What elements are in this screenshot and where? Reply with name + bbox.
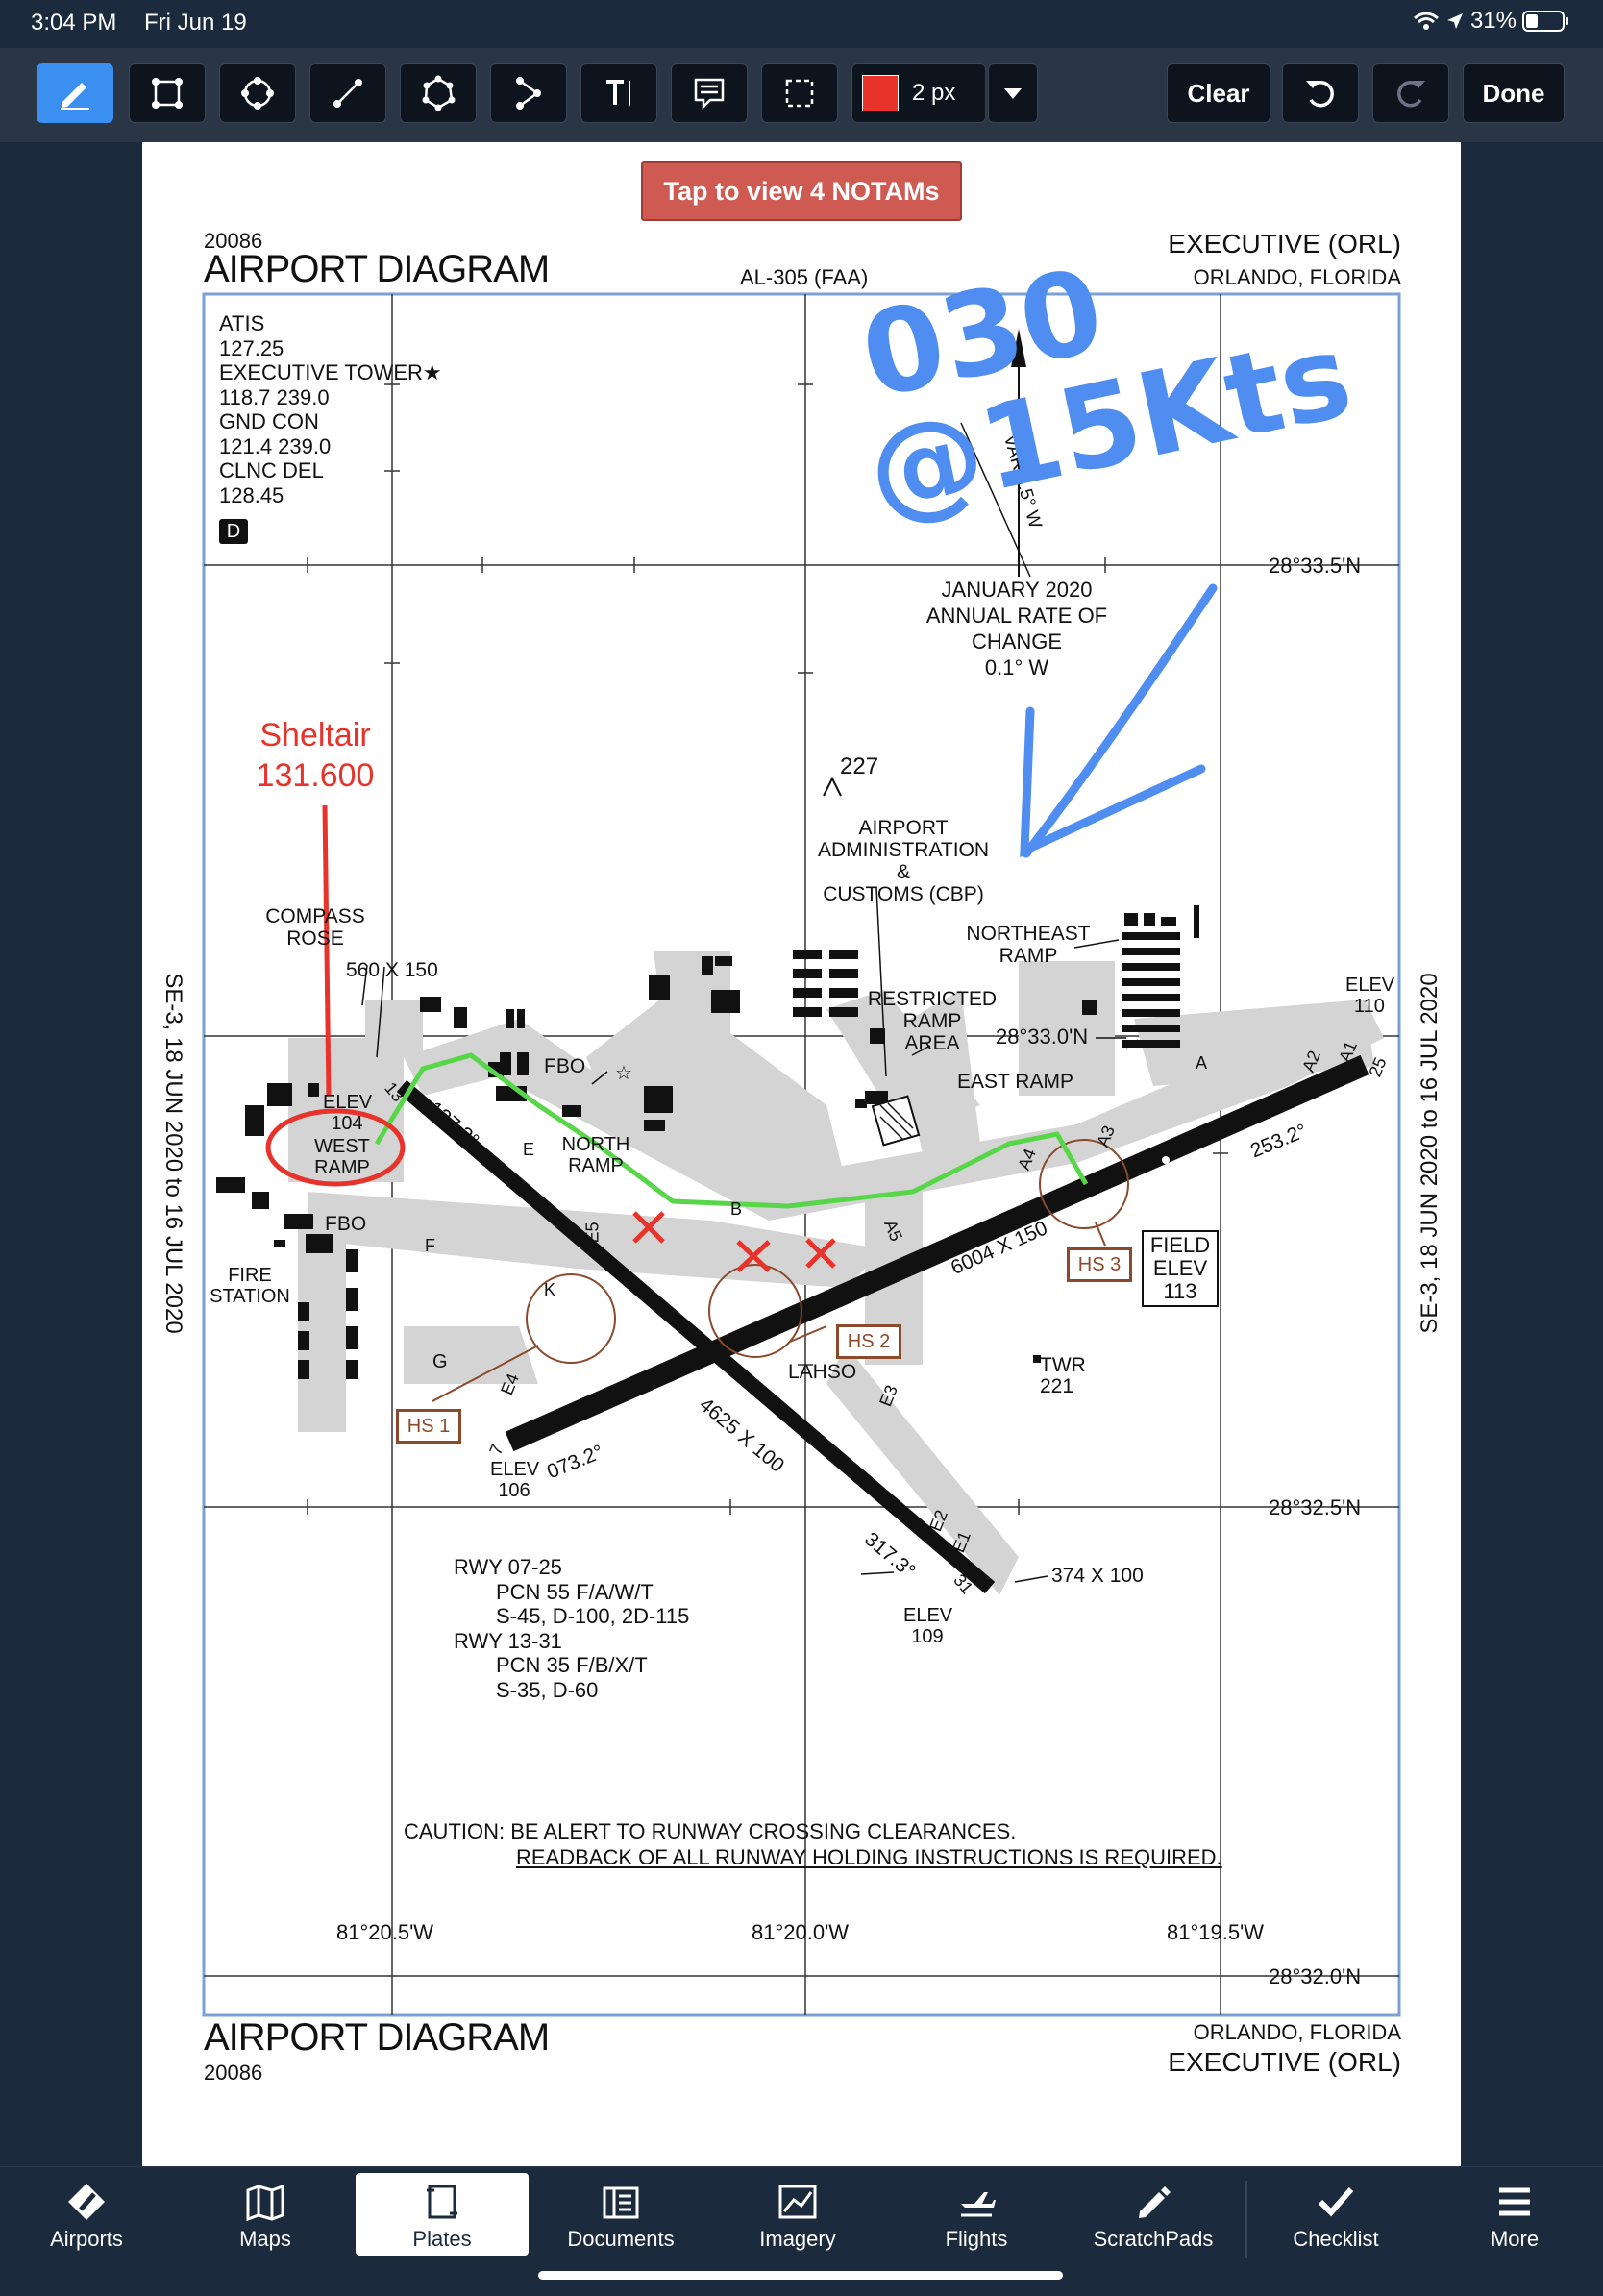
runway-data: RWY 07-25 PCN 55 F/A/W/T S-45, D-100, 2D… xyxy=(454,1555,690,1702)
scratchpads-icon xyxy=(1139,2186,1171,2218)
hot-spot-hs2[interactable]: HS 2 xyxy=(836,1324,901,1359)
hot-spot-hs1[interactable]: HS 1 xyxy=(396,1409,461,1444)
tab-divider xyxy=(1245,2181,1247,2258)
obstacle-height: 227 xyxy=(840,753,879,779)
tower-label: TWR 221 xyxy=(1040,1354,1086,1397)
tab-documents[interactable]: Documents xyxy=(534,2173,707,2256)
fire-station-label: FIRE STATION xyxy=(210,1265,290,1307)
taxiway-e: E xyxy=(523,1140,535,1159)
compass-dims: 560 X 150 xyxy=(346,959,438,981)
north-ramp-label: NORTH RAMP xyxy=(561,1134,630,1176)
lat-label-1: 28°33.5'N xyxy=(1269,554,1362,578)
tab-airports[interactable]: Airports xyxy=(0,2173,173,2256)
imagery-icon xyxy=(778,2185,817,2219)
tab-maps[interactable]: Maps xyxy=(179,2173,352,2256)
caution-note: CAUTION: BE ALERT TO RUNWAY CROSSING CLE… xyxy=(404,1819,1222,1869)
elev-106: ELEV 106 xyxy=(490,1459,540,1501)
restricted-ramp-label: RESTRICTED RAMP AREA xyxy=(867,988,998,1054)
airport-diagram xyxy=(202,292,1401,2017)
tab-plates[interactable]: Plates xyxy=(356,2173,529,2256)
lon-label-1: 81°20.5'W xyxy=(336,1920,434,1944)
lat-label-2: 28°33.0'N xyxy=(996,1025,1089,1049)
lat-label-3: 28°32.5'N xyxy=(1269,1495,1362,1519)
tab-scratchpads[interactable]: ScratchPads xyxy=(1067,2173,1240,2256)
east-ramp-label: EAST RAMP xyxy=(957,1071,1073,1093)
tab-checklist[interactable]: Checklist xyxy=(1249,2173,1422,2256)
field-elevation-box: FIELD ELEV 113 xyxy=(1142,1230,1219,1307)
elev-109: ELEV 109 xyxy=(903,1605,953,1647)
fbo-label-west: FBO xyxy=(325,1213,367,1235)
admin-label: AIRPORT ADMINISTRATION & CUSTOMS (CBP) xyxy=(817,817,990,905)
taxiway-g: G xyxy=(432,1351,448,1372)
elev-104: ELEV 104 xyxy=(323,1092,373,1134)
plates-icon xyxy=(427,2185,457,2219)
checklist-icon xyxy=(1318,2187,1354,2217)
taxiway-k: K xyxy=(544,1280,556,1299)
fbo-label-north: FBO xyxy=(544,1055,586,1077)
taxiway-e5: E5 xyxy=(582,1222,603,1244)
lat-label-4: 28°32.0'N xyxy=(1269,1964,1362,1988)
flights-icon xyxy=(961,2192,996,2217)
taxiway-b: B xyxy=(730,1199,743,1219)
obstacle-icon xyxy=(823,776,842,797)
west-ramp-label: WEST RAMP xyxy=(314,1136,370,1178)
airports-icon xyxy=(68,2184,105,2220)
hot-spot-hs3[interactable]: HS 3 xyxy=(1067,1247,1132,1282)
tab-more[interactable]: More xyxy=(1428,2173,1601,2256)
tab-imagery[interactable]: Imagery xyxy=(711,2173,884,2256)
sheltair-annotation-text: Sheltair 131.600 xyxy=(256,717,375,794)
variation-note: JANUARY 2020 ANNUAL RATE OF CHANGE 0.1° W xyxy=(925,578,1108,679)
runway-374-dims: 374 X 100 xyxy=(1051,1565,1144,1587)
more-icon xyxy=(1499,2187,1530,2216)
northeast-ramp-label: NORTHEAST RAMP xyxy=(966,923,1091,967)
taxiway-f: F xyxy=(425,1236,435,1255)
maps-icon xyxy=(246,2184,284,2222)
compass-rose-label: COMPASS ROSE xyxy=(265,905,365,950)
taxiway-pavement xyxy=(288,951,1384,1595)
taxiway-a: A xyxy=(1196,1053,1208,1073)
lon-label-2: 81°20.0'W xyxy=(752,1920,850,1944)
star-icon: ☆ xyxy=(615,1063,632,1084)
lon-label-3: 81°19.5'W xyxy=(1167,1920,1265,1944)
home-indicator xyxy=(538,2271,1063,2280)
documents-icon xyxy=(603,2186,639,2219)
elev-110: ELEV 110 xyxy=(1345,975,1395,1017)
tab-flights[interactable]: Flights xyxy=(890,2173,1063,2256)
lahso-label: LAHSO xyxy=(788,1361,857,1383)
